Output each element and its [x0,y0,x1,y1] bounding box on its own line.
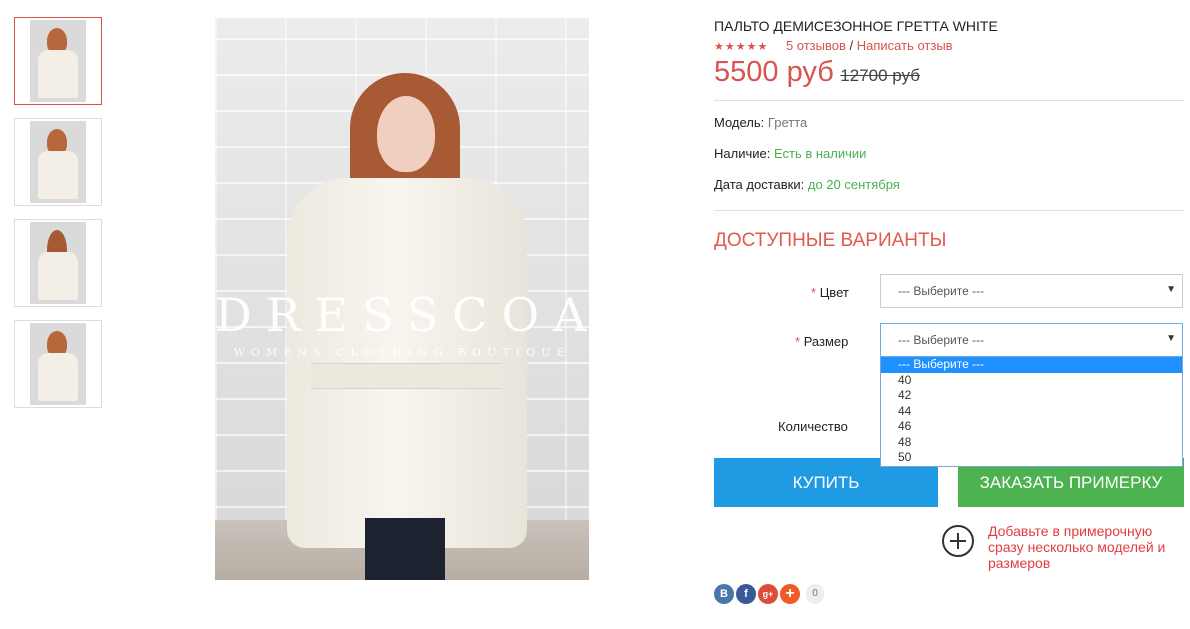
rating-separator: / [849,38,854,53]
spec-availability-label: Наличие: [714,146,771,161]
size-option[interactable]: 40 [881,373,1182,389]
spec-availability: Наличие: Есть в наличии [714,146,866,161]
size-select[interactable]: --- Выберите --- ▼ [880,323,1183,357]
variants-title: Доступные варианты [714,230,947,251]
required-mark: * [811,285,817,300]
spec-delivery-label: Дата доставки: [714,177,805,192]
reviews-link[interactable]: 5 отзывов [786,38,846,53]
thumbnail-image [30,20,86,102]
size-dropdown-list: --- Выберите --- 40 42 44 46 48 50 [880,356,1183,467]
product-title: Пальто демисезонное Гретта WHITE [714,18,998,34]
quantity-label: Количество [778,419,848,434]
chevron-down-icon: ▼ [1166,284,1176,295]
write-review-link[interactable]: Написать отзыв [857,38,953,53]
divider [714,210,1184,211]
required-mark: * [795,334,801,349]
color-select-value: --- Выберите --- [898,284,985,298]
main-product-image[interactable]: DRESSCOAT WOMENS CLOTHING BOUTIQUE [215,18,589,580]
plus-circle-icon[interactable] [942,525,974,557]
size-option[interactable]: 42 [881,388,1182,404]
watermark-title: DRESSCOAT [215,288,589,342]
watermark-subtitle: WOMENS CLOTHING BOUTIQUE [233,346,571,359]
share-bar: B f g+ + 0 [714,584,824,604]
spec-availability-value: Есть в наличии [773,146,867,161]
price-row: 5500 руб 12700 руб [714,56,920,89]
image-model-face [377,96,435,172]
current-price: 5500 руб [714,56,834,88]
color-label: * Цвет [811,285,849,300]
size-option[interactable]: 50 [881,450,1182,466]
rating-stars-icon: ★★★★★ [714,41,769,53]
thumbnail-2[interactable] [14,118,102,206]
rating-row: ★★★★★ 5 отзывов / Написать отзыв [714,38,953,53]
spec-delivery-value: до 20 сентября [807,177,900,192]
more-share-icon[interactable]: + [780,584,800,604]
spec-model: Модель: Гретта [714,115,807,130]
add-to-fitting-text[interactable]: Добавьте в примерочную сразу несколько м… [988,523,1188,571]
spec-delivery: Дата доставки: до 20 сентября [714,177,900,192]
size-option[interactable]: 46 [881,419,1182,435]
size-select-value: --- Выберите --- [898,333,985,347]
spec-model-value: Гретта [767,115,808,130]
google-plus-icon[interactable]: g+ [758,584,778,604]
thumbnail-4[interactable] [14,320,102,408]
size-label-text: Размер [803,334,849,349]
old-price: 12700 руб [840,66,920,85]
thumbnail-image [30,121,86,203]
image-model-legs [365,518,445,580]
thumbnail-1[interactable] [14,17,102,105]
vk-icon[interactable]: B [714,584,734,604]
share-count: 0 [806,584,824,604]
facebook-icon[interactable]: f [736,584,756,604]
size-option[interactable]: 48 [881,435,1182,451]
spec-model-label: Модель: [714,115,765,130]
thumbnail-image [30,222,86,304]
size-option[interactable]: --- Выберите --- [881,357,1182,373]
thumbnail-3[interactable] [14,219,102,307]
divider [714,100,1184,101]
size-label: * Размер [795,334,848,349]
chevron-down-icon: ▼ [1166,333,1176,344]
color-select[interactable]: --- Выберите --- ▼ [880,274,1183,308]
color-label-text: Цвет [819,285,849,300]
image-coat-belt [311,363,501,389]
size-option[interactable]: 44 [881,404,1182,420]
thumbnail-image [30,323,86,405]
thumbnail-gallery [14,17,102,421]
